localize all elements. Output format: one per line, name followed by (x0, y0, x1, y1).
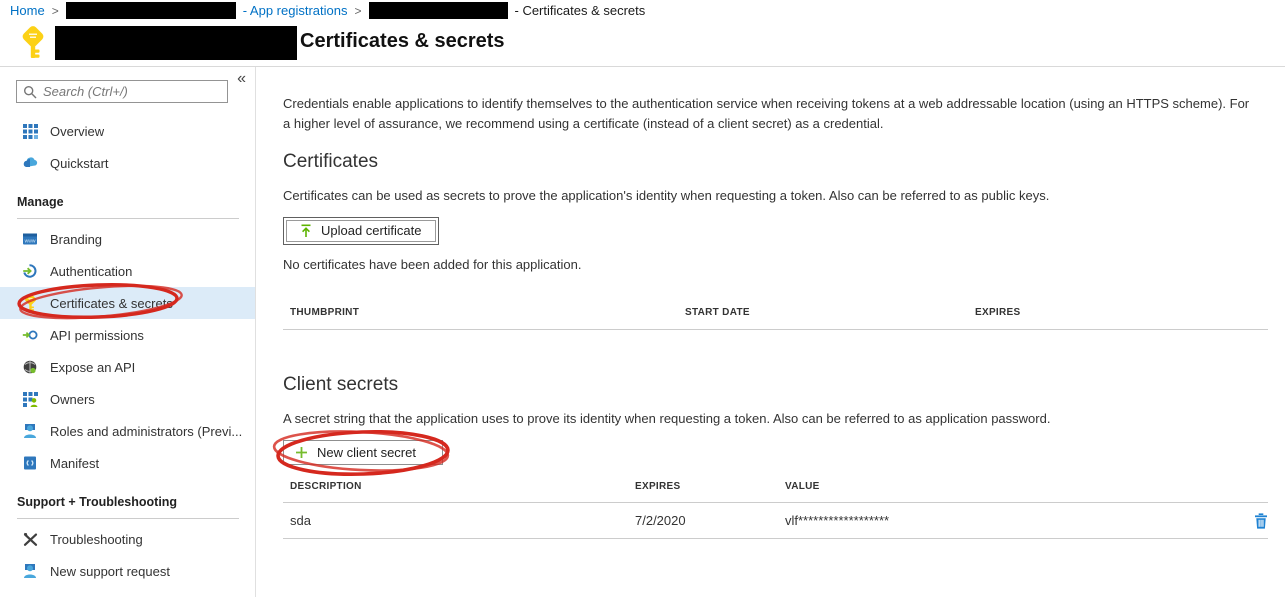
breadcrumb-home[interactable]: Home (10, 3, 45, 18)
sidebar: « Overview Quickstart Manage www Brandin… (0, 67, 256, 597)
sidebar-item-troubleshooting[interactable]: Troubleshooting (0, 523, 255, 555)
section-divider (17, 218, 239, 219)
column-expires: EXPIRES (975, 307, 1268, 329)
sidebar-item-overview[interactable]: Overview (0, 115, 255, 147)
certificates-heading: Certificates (283, 151, 378, 173)
main-content: Credentials enable applications to ident… (283, 67, 1285, 597)
credentials-intro-text: Credentials enable applications to ident… (283, 94, 1251, 134)
sidebar-item-label: Authentication (50, 264, 132, 279)
breadcrumb-app-registrations[interactable]: - App registrations (243, 3, 348, 18)
plus-icon (295, 446, 308, 459)
upload-certificate-button[interactable]: Upload certificate (283, 217, 439, 245)
secret-description-cell: sda (290, 513, 635, 528)
secret-expires-cell: 7/2/2020 (635, 513, 785, 528)
upload-certificate-label: Upload certificate (321, 223, 421, 238)
manifest-icon (22, 455, 38, 471)
sidebar-item-new-support-request[interactable]: New support request (0, 555, 255, 587)
new-client-secret-button[interactable]: New client secret (283, 440, 443, 465)
sidebar-collapse-icon[interactable]: « (237, 70, 246, 88)
client-secret-row: sda 7/2/2020 vlf****************** (283, 503, 1268, 539)
sidebar-item-label: New support request (50, 564, 170, 579)
sidebar-item-label: Certificates & secrets (50, 296, 173, 311)
client-secrets-heading: Client secrets (283, 374, 398, 396)
sidebar-nav: Overview Quickstart Manage www Branding … (0, 115, 255, 587)
page-title: Certificates & secrets (300, 30, 505, 53)
sidebar-item-quickstart[interactable]: Quickstart (0, 147, 255, 179)
sidebar-item-label: Quickstart (50, 156, 109, 171)
sidebar-item-label: API permissions (50, 328, 144, 343)
sidebar-section-support: Support + Troubleshooting (0, 479, 255, 514)
redacted-directory-name (66, 2, 236, 19)
breadcrumb: Home > - App registrations > - Certifica… (0, 0, 1285, 21)
sidebar-item-label: Roles and administrators (Previ... (50, 424, 242, 439)
sidebar-item-owners[interactable]: Owners (0, 383, 255, 415)
column-description: DESCRIPTION (290, 481, 635, 502)
branding-www-icon: www (22, 231, 38, 247)
sidebar-item-label: Expose an API (50, 360, 135, 375)
authentication-icon (22, 263, 38, 279)
sidebar-item-expose-api[interactable]: Expose an API (0, 351, 255, 383)
search-input[interactable] (43, 84, 221, 99)
sidebar-item-roles-administrators[interactable]: Roles and administrators (Previ... (0, 415, 255, 447)
trash-icon (1254, 517, 1268, 532)
section-divider (17, 518, 239, 519)
column-start-date: START DATE (685, 307, 975, 329)
breadcrumb-current: - Certificates & secrets (515, 3, 646, 18)
sidebar-item-manifest[interactable]: Manifest (0, 447, 255, 479)
sidebar-item-authentication[interactable]: Authentication (0, 255, 255, 287)
breadcrumb-separator: > (52, 4, 59, 18)
sidebar-search (16, 80, 228, 103)
quickstart-cloud-icon (22, 155, 38, 171)
redacted-app-title (55, 26, 297, 60)
sidebar-section-manage: Manage (0, 179, 255, 214)
sidebar-item-label: Troubleshooting (50, 532, 143, 547)
sidebar-item-certificates-secrets[interactable]: Certificates & secrets (0, 287, 255, 319)
search-icon (23, 85, 37, 99)
client-secrets-table-header: DESCRIPTION EXPIRES VALUE (283, 477, 1268, 503)
client-secrets-description: A secret string that the application use… (283, 411, 1050, 426)
svg-text:www: www (25, 239, 36, 245)
new-client-secret-label: New client secret (317, 445, 416, 460)
key-icon (22, 295, 38, 311)
certificates-table-header: THUMBPRINT START DATE EXPIRES (283, 303, 1268, 330)
key-icon (21, 26, 45, 63)
column-value: VALUE (785, 481, 1232, 502)
expose-api-globe-icon (22, 359, 38, 375)
upload-icon (299, 224, 313, 238)
api-permissions-icon (22, 327, 38, 343)
sidebar-item-label: Overview (50, 124, 104, 139)
redacted-app-name (369, 2, 508, 19)
owners-icon (22, 391, 38, 407)
page-header: Certificates & secrets (0, 21, 1285, 66)
sidebar-item-label: Manifest (50, 456, 99, 471)
column-expires: EXPIRES (635, 481, 785, 502)
no-certificates-message: No certificates have been added for this… (283, 257, 581, 272)
sidebar-item-branding[interactable]: www Branding (0, 223, 255, 255)
delete-secret-button[interactable] (1254, 513, 1268, 529)
overview-grid-icon (22, 123, 38, 139)
breadcrumb-separator: > (354, 4, 361, 18)
column-thumbprint: THUMBPRINT (290, 307, 685, 329)
support-person-icon (22, 563, 38, 579)
troubleshooting-tools-icon (22, 531, 38, 547)
roles-admin-icon (22, 423, 38, 439)
certificates-description: Certificates can be used as secrets to p… (283, 188, 1049, 203)
sidebar-item-label: Branding (50, 232, 102, 247)
sidebar-item-label: Owners (50, 392, 95, 407)
sidebar-item-api-permissions[interactable]: API permissions (0, 319, 255, 351)
secret-value-cell: vlf****************** (785, 513, 1232, 528)
